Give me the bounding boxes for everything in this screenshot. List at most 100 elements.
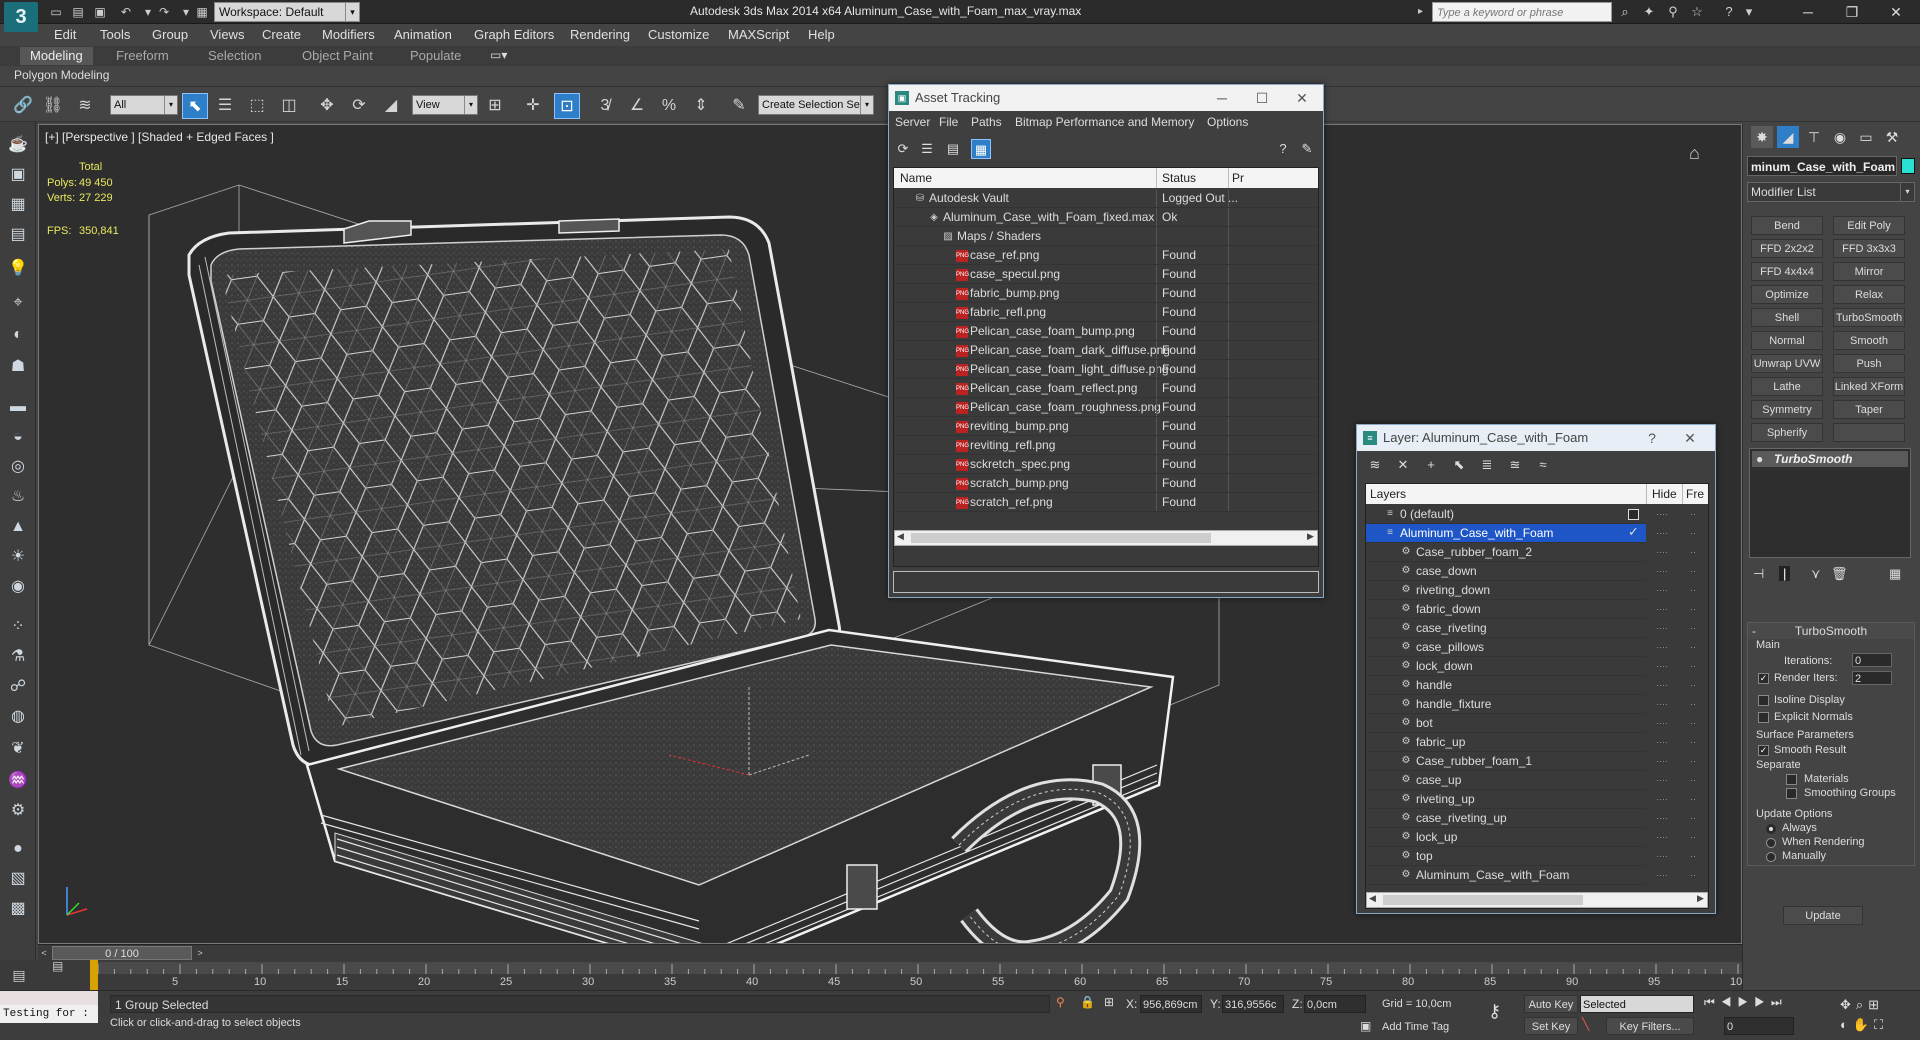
current-layer-checkbox[interactable] (1628, 509, 1639, 520)
schematic-icon[interactable]: ▤ (5, 222, 31, 248)
bind-space-warp-icon[interactable]: ≋ (72, 93, 98, 119)
particle-icon[interactable]: ⁘ (5, 614, 31, 640)
modifier-button[interactable]: Edit Poly (1833, 216, 1905, 235)
asset-row[interactable]: PNGcase_ref.png Found (894, 246, 1318, 265)
layer-freeze-toggle[interactable]: ·· (1690, 509, 1696, 519)
cone-icon[interactable]: ▲ (5, 514, 31, 540)
trackbar-toggle-icon[interactable]: ▤ (0, 960, 38, 990)
layer-hide-toggle[interactable]: ···· (1656, 699, 1668, 709)
teapot-icon[interactable]: ☕ (5, 132, 31, 158)
layer-row[interactable]: ⚙ fabric_up (1366, 733, 1646, 752)
select-in-layer-icon[interactable]: ⬉ (1449, 455, 1469, 475)
asset-row[interactable]: ▨ Maps / Shaders (894, 227, 1318, 246)
layer-freeze-toggle[interactable]: ·· (1690, 870, 1696, 880)
modify-tab-icon[interactable]: ◢ (1777, 126, 1799, 148)
redo-dropdown-icon[interactable]: ▾ (178, 4, 194, 20)
undo-icon[interactable]: ↶ (118, 4, 134, 20)
scrollbar-thumb[interactable] (1383, 895, 1583, 905)
teapot-primitive-icon[interactable]: ♨ (5, 484, 31, 510)
cloth-icon[interactable]: ⚙ (5, 798, 31, 824)
modifier-button[interactable] (1833, 423, 1905, 442)
tree-view-icon[interactable]: ▤ (943, 139, 963, 159)
asset-minimize-button[interactable]: ─ (1207, 85, 1237, 111)
viewport-label[interactable]: [+] [Perspective ] [Shaded + Edged Faces… (45, 130, 274, 144)
object-color-swatch[interactable] (1901, 158, 1915, 174)
layer-hide-toggle[interactable]: ···· (1656, 813, 1668, 823)
freeze-column-header[interactable]: Fre (1686, 484, 1704, 504)
sphere-icon[interactable]: ◒ (5, 424, 31, 450)
auto-key-button[interactable]: Auto Key (1524, 995, 1578, 1013)
layer-freeze-toggle[interactable]: ·· (1690, 718, 1696, 728)
configure-sets-icon[interactable]: ▦ (1889, 566, 1901, 582)
list-view-icon[interactable]: ☰ (917, 139, 937, 159)
communication-center-icon[interactable]: ⚲ (1664, 3, 1682, 21)
create-tab-icon[interactable]: ✸ (1751, 126, 1773, 148)
search-arrow-icon[interactable]: ▸ (1418, 2, 1430, 22)
3ds-icon[interactable]: ▩ (5, 896, 31, 922)
hide-column-header[interactable]: Hide (1652, 484, 1677, 504)
menu-maxscript[interactable]: MAXScript (728, 27, 789, 42)
isolate-icon[interactable]: ⚲ (1056, 995, 1072, 1013)
layer-row[interactable]: ⚙ fabric_down (1366, 600, 1646, 619)
menu-create[interactable]: Create (262, 27, 301, 42)
keyboard-shortcut-override-icon[interactable]: ⊡ (554, 93, 580, 119)
cylinder-icon[interactable]: ◎ (5, 454, 31, 480)
lightbulb-icon[interactable]: ● (1756, 451, 1763, 467)
time-slider-thumb[interactable]: 0 / 100 (52, 946, 192, 960)
modifier-button[interactable]: Bend (1751, 216, 1823, 235)
close-button[interactable]: ✕ (1874, 0, 1918, 24)
layer-row[interactable]: ⚙ handle (1366, 676, 1646, 695)
ribbon-toggle-icon[interactable]: ▭▾ (490, 48, 507, 62)
render-iters-checkbox[interactable]: ✓ (1758, 673, 1769, 684)
redo-icon[interactable]: ↷ (156, 4, 172, 20)
menu-customize[interactable]: Customize (648, 27, 709, 42)
asset-row[interactable]: PNGPelican_case_foam_dark_diffuse.png Fou… (894, 341, 1318, 360)
tab-object-paint[interactable]: Object Paint (292, 47, 383, 65)
layer-hide-toggle[interactable]: ···· (1656, 718, 1668, 728)
layer-titlebar[interactable]: ≡ Layer: Aluminum_Case_with_Foam ? ✕ (1357, 425, 1715, 451)
snaps-toggle-icon[interactable]: 3̸ (592, 93, 618, 119)
pivot-center-icon[interactable]: ⊞ (482, 93, 508, 119)
iterations-spinner[interactable]: 0 (1852, 653, 1892, 667)
always-radio[interactable] (1766, 824, 1776, 834)
layer-row[interactable]: ⚙ Case_rubber_foam_2 (1366, 543, 1646, 562)
explicit-normals-checkbox[interactable] (1758, 712, 1769, 723)
asset-row[interactable]: PNGPelican_case_foam_bump.png Found (894, 322, 1318, 341)
layer-freeze-toggle[interactable]: ·· (1690, 851, 1696, 861)
modifier-button[interactable]: Spherify (1751, 423, 1823, 442)
select-by-name-icon[interactable]: ☰ (212, 93, 238, 119)
asset-row[interactable]: PNGcase_specul.png Found (894, 265, 1318, 284)
layer-row[interactable]: ⚙ case_riveting (1366, 619, 1646, 638)
show-end-result-icon[interactable]: | (1779, 566, 1791, 581)
select-manipulate-icon[interactable]: ✛ (520, 93, 546, 119)
asset-row[interactable]: PNGPelican_case_foam_roughness.png Found (894, 398, 1318, 417)
layer-freeze-toggle[interactable]: ·· (1690, 737, 1696, 747)
path-column-header[interactable]: Pr (1232, 168, 1244, 188)
layer-row[interactable]: ⚙ Aluminum_Case_with_Foam (1366, 866, 1646, 885)
maxscript-listener-input[interactable]: Testing for : (0, 1005, 98, 1023)
torus-icon[interactable]: ◉ (5, 574, 31, 600)
box-icon[interactable]: ▬ (5, 394, 31, 420)
layer-help-button[interactable]: ? (1637, 425, 1667, 451)
layer-hide-toggle[interactable]: ···· (1656, 680, 1668, 690)
menu-graph-editors[interactable]: Graph Editors (474, 27, 554, 42)
layer-row[interactable]: ⚙ handle_fixture (1366, 695, 1646, 714)
globe-icon[interactable]: ◍ (5, 704, 31, 730)
layer-hide-toggle[interactable]: ···· (1656, 623, 1668, 633)
subscription-icon[interactable]: ✦ (1640, 3, 1658, 21)
tab-populate[interactable]: Populate (400, 47, 471, 65)
asset-row[interactable]: PNGfabric_refl.png Found (894, 303, 1318, 322)
freeze-all-layers-icon[interactable]: ≈ (1533, 455, 1553, 475)
help-dropdown-icon[interactable]: ▾ (1740, 3, 1758, 21)
menu-animation[interactable]: Animation (394, 27, 452, 42)
layer-hide-toggle[interactable]: ···· (1656, 794, 1668, 804)
hierarchy-tab-icon[interactable]: ⊤ (1803, 126, 1825, 148)
helper-icon[interactable]: ◐ (5, 322, 31, 348)
new-layer-icon[interactable]: ≋ (1365, 455, 1385, 475)
hair-icon[interactable]: ♒ (5, 768, 31, 794)
navigation-controls[interactable]: ✥⌕⊞ ◐✋⛶ (1840, 995, 1920, 1037)
scroll-left-icon[interactable]: ◀ (1369, 893, 1376, 904)
minimize-button[interactable]: ─ (1786, 0, 1830, 24)
menu-edit[interactable]: Edit (54, 27, 76, 42)
layer-row[interactable]: ⚙ riveting_up (1366, 790, 1646, 809)
